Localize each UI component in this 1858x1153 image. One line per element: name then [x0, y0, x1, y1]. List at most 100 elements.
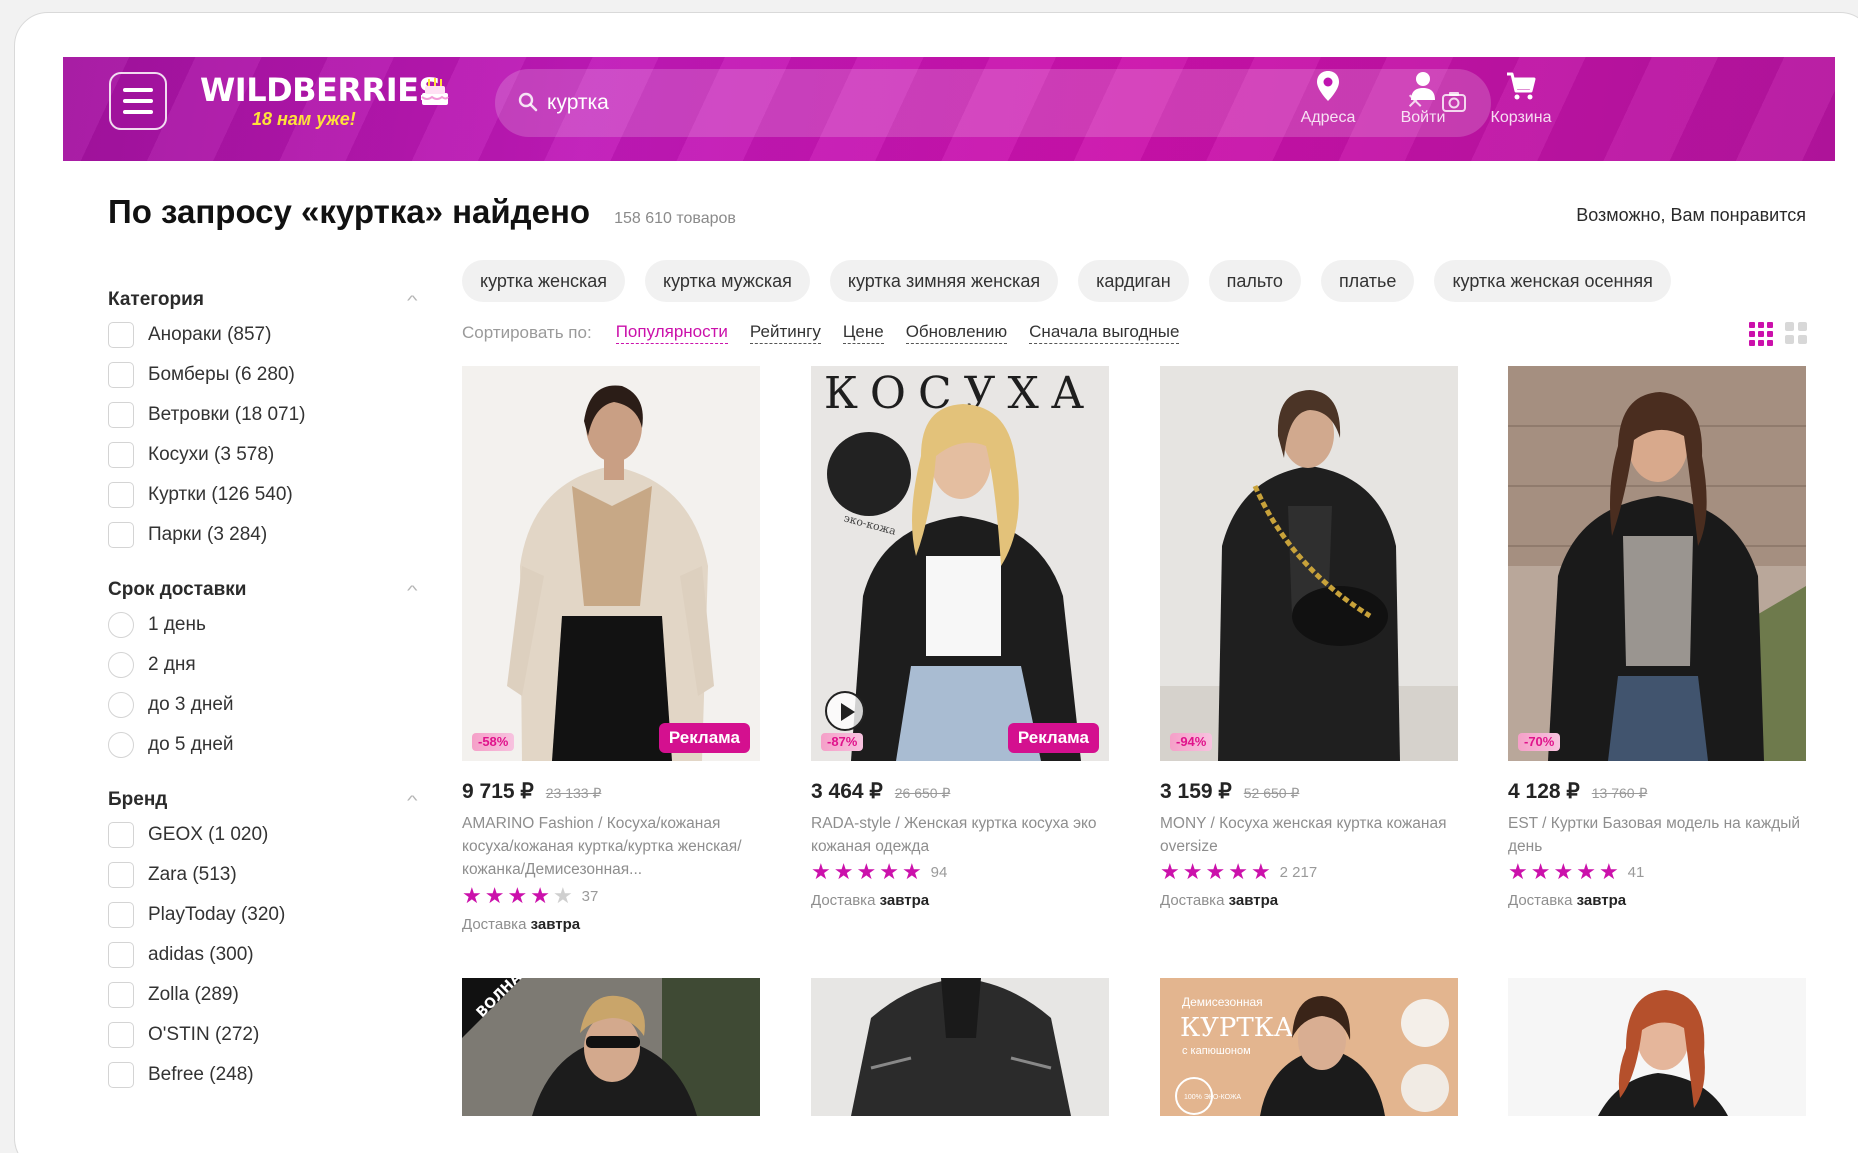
checkbox[interactable]	[108, 442, 134, 468]
product-name[interactable]: RADA-style / Женская куртка косуха эко к…	[811, 812, 1111, 858]
rating: ★ ★ ★ ★ ★ 37	[462, 884, 762, 908]
radio[interactable]	[108, 612, 134, 638]
filter-option[interactable]: Анораки (857)	[108, 315, 416, 355]
chevron-up-icon[interactable]: ^	[407, 582, 418, 598]
suggestion-chip[interactable]: пальто	[1208, 260, 1301, 302]
product-card[interactable]: ВОЛНА	[462, 969, 762, 1121]
product-card[interactable]	[1508, 978, 1808, 1121]
filter-option[interactable]: до 3 дней	[108, 685, 416, 725]
login-button[interactable]: Войти	[1378, 69, 1468, 149]
checkbox[interactable]	[108, 402, 134, 428]
product-card[interactable]	[811, 978, 1111, 1121]
filter-option[interactable]: 1 день	[108, 605, 416, 645]
filter-option-label: O'STIN (272)	[148, 1024, 260, 1045]
discount-badge: -87%	[821, 733, 864, 751]
suggestion-chip[interactable]: куртка мужская	[645, 260, 810, 302]
checkbox[interactable]	[108, 1022, 134, 1048]
suggestion-chip[interactable]: куртка женская	[462, 260, 626, 302]
checkbox[interactable]	[108, 902, 134, 928]
checkbox[interactable]	[108, 482, 134, 508]
checkbox[interactable]	[108, 982, 134, 1008]
sort-rating[interactable]: Рейтингу	[749, 322, 821, 344]
filter-option[interactable]: 2 дня	[108, 645, 416, 685]
radio[interactable]	[108, 652, 134, 678]
product-image[interactable]: -70%	[1508, 366, 1806, 761]
suggestion-chip[interactable]: куртка женская осенняя	[1434, 260, 1671, 302]
rating: ★ ★ ★ ★ ★ 2 217	[1160, 860, 1460, 884]
filter-option[interactable]: Куртки (126 540)	[108, 475, 416, 515]
product-photo	[811, 978, 1109, 1116]
sort-best-deals[interactable]: Сначала выгодные	[1029, 322, 1180, 344]
grid-large-view-icon[interactable]	[1785, 322, 1807, 344]
filter-header[interactable]: Бренд ^	[108, 785, 418, 815]
star-icon: ★	[1205, 859, 1226, 884]
review-count: 2 217	[1279, 863, 1318, 881]
product-name[interactable]: AMARINO Fashion / Косуха/кожаная косуха/…	[462, 812, 762, 882]
search-icon[interactable]	[517, 91, 539, 113]
product-card[interactable]: -58% Реклама 9 715 ₽ 23 133 ₽ AMARINO Fa…	[462, 366, 762, 933]
product-brand: AMARINO Fashion	[462, 815, 594, 832]
checkbox[interactable]	[108, 942, 134, 968]
checkbox[interactable]	[108, 522, 134, 548]
radio[interactable]	[108, 732, 134, 758]
product-image[interactable]: КОСУХА эко-кожа -87% Реклама	[811, 366, 1109, 761]
filter-option[interactable]: до 5 дней	[108, 725, 416, 765]
delivery-label: Доставка	[811, 892, 876, 909]
filter-title: Категория	[108, 289, 204, 310]
product-card[interactable]: Демисезонная КУРТКА с капюшоном 100% ЭКО…	[1160, 978, 1460, 1121]
price: 3 159 ₽	[1160, 780, 1232, 803]
filter-option[interactable]: Zolla (289)	[108, 975, 416, 1015]
logo[interactable]: WILDBERRIES 18 нам уже!	[200, 71, 449, 129]
chevron-up-icon[interactable]: ^	[407, 292, 418, 308]
filter-header[interactable]: Срок доставки ^	[108, 575, 418, 605]
product-image[interactable]: -58% Реклама	[462, 366, 760, 761]
filter-option[interactable]: adidas (300)	[108, 935, 416, 975]
radio[interactable]	[108, 692, 134, 718]
checkbox[interactable]	[108, 822, 134, 848]
delivery-when: завтра	[879, 892, 930, 909]
product-image[interactable]: -94%	[1160, 366, 1458, 761]
review-count: 37	[581, 887, 599, 905]
recommendations-link[interactable]: Возможно, Вам понравится	[1576, 205, 1806, 226]
sort-updated[interactable]: Обновлению	[905, 322, 1008, 344]
filter-option[interactable]: Zara (513)	[108, 855, 416, 895]
checkbox[interactable]	[108, 1062, 134, 1088]
old-price: 52 650 ₽	[1243, 785, 1300, 801]
filter-header[interactable]: Категория ^	[108, 285, 418, 315]
sort-popularity[interactable]: Популярности	[615, 322, 728, 344]
product-card[interactable]: -94% 3 159 ₽ 52 650 ₽ MONY / Косуха женс…	[1160, 366, 1460, 909]
filter-option[interactable]: Парки (3 284)	[108, 515, 416, 555]
delivery-info: Доставка завтра	[1160, 892, 1460, 909]
checkbox[interactable]	[108, 862, 134, 888]
suggestion-chip[interactable]: платье	[1320, 260, 1415, 302]
product-name[interactable]: EST / Куртки Базовая модель на каждый де…	[1508, 812, 1808, 858]
product-card[interactable]: КОСУХА эко-кожа -87% Реклама 3 464 ₽ 26 …	[811, 366, 1111, 909]
cart-button[interactable]: Корзина	[1476, 69, 1566, 149]
star-icon: ★	[811, 859, 831, 884]
product-name[interactable]: MONY / Косуха женская куртка кожаная ove…	[1160, 812, 1460, 858]
delivery-label: Доставка	[1508, 892, 1573, 909]
addresses-button[interactable]: Адреса	[1283, 69, 1373, 149]
checkbox[interactable]	[108, 362, 134, 388]
filter-option[interactable]: PlayToday (320)	[108, 895, 416, 935]
suggestion-chip[interactable]: куртка зимняя женская	[829, 260, 1059, 302]
chevron-up-icon[interactable]: ^	[407, 792, 418, 808]
price-block: 3 464 ₽ 26 650 ₽	[811, 779, 1111, 804]
play-video-icon[interactable]	[825, 691, 865, 731]
sort-price[interactable]: Цене	[842, 322, 884, 344]
suggestion-chip[interactable]: кардиган	[1078, 260, 1189, 302]
old-price: 23 133 ₽	[545, 785, 602, 801]
filter-option[interactable]: GEOX (1 020)	[108, 815, 416, 855]
grid-small-view-icon[interactable]	[1749, 322, 1773, 346]
location-pin-icon	[1317, 71, 1339, 101]
filter-option[interactable]: Befree (248)	[108, 1055, 416, 1095]
search-input[interactable]	[547, 83, 1367, 123]
filter-option[interactable]: O'STIN (272)	[108, 1015, 416, 1055]
filter-option[interactable]: Ветровки (18 071)	[108, 395, 416, 435]
menu-button[interactable]	[109, 72, 167, 130]
filter-option[interactable]: Бомберы (6 280)	[108, 355, 416, 395]
checkbox[interactable]	[108, 322, 134, 348]
results-header: По запросу «куртка» найдено 158 610 това…	[108, 193, 736, 231]
filter-option[interactable]: Косухи (3 578)	[108, 435, 416, 475]
product-card[interactable]: -70% 4 128 ₽ 13 760 ₽ EST / Куртки Базов…	[1508, 366, 1808, 909]
